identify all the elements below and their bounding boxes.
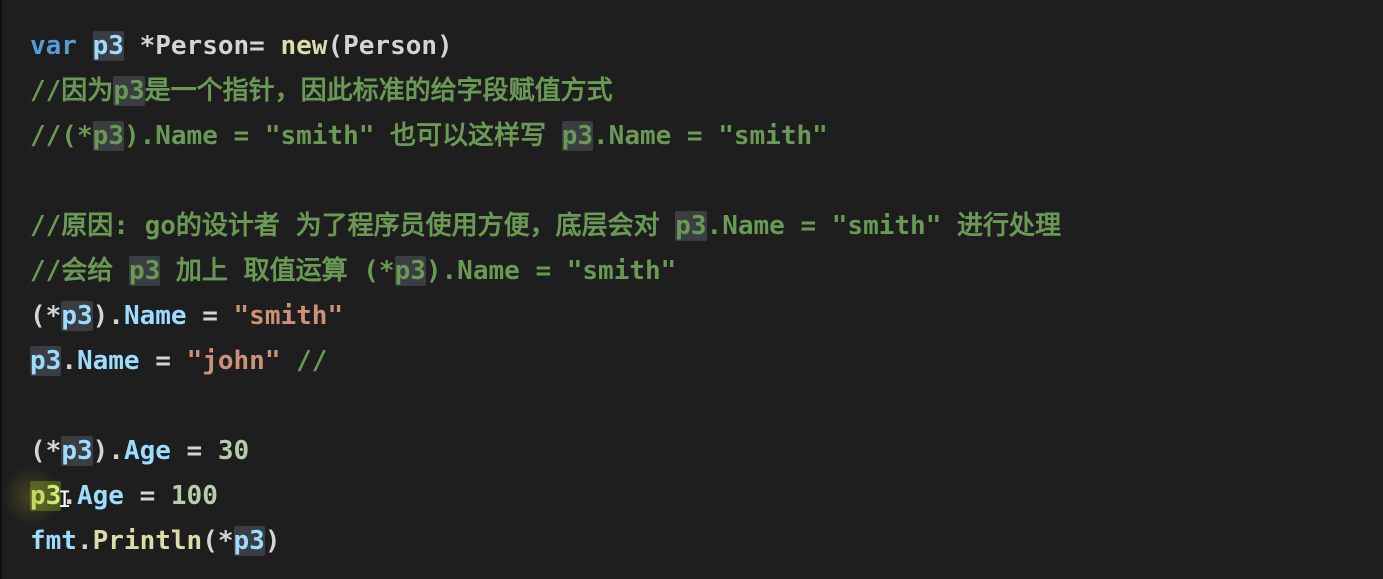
code-token: ).Name = "smith" 也可以这样写 [123,121,562,151]
code-token: p3 [30,346,62,376]
code-token: ).Name = "smith" [425,256,677,286]
code-token: Name [76,346,140,376]
code-line[interactable] [30,384,1061,429]
code-token: Println [92,526,203,556]
code-token: 是一个指针，因此标准的给字段赋值方式 [144,76,613,106]
code-line[interactable]: //原因: go的设计者 为了程序员使用方便，底层会对 p3.Name = "s… [30,204,1061,249]
code-token: 100 [170,481,218,511]
code-token: 加上 取值运算 (* [160,256,395,286]
code-token: p3 [61,301,93,331]
code-token: Age [76,481,124,511]
code-token: //因为 [30,76,114,106]
code-token: = [139,346,187,376]
code-token: (* [202,526,234,556]
code-line[interactable]: (*p3).Age = 30 [30,429,1061,474]
code-token: .Name = "smith" 进行处理 [706,211,1062,241]
code-token: "smith" [233,301,344,331]
code-token: // [280,346,328,376]
code-token: fmt [30,526,77,556]
code-token: 30 [217,436,250,466]
code-line[interactable]: (*p3).Name = "smith" [30,294,1061,339]
code-editor[interactable]: var p3 *Person= new(Person)//因为p3是一个指针，因… [0,0,1383,579]
code-token: p3 [61,436,93,466]
cursor-highlight [2,466,62,526]
code-token: (* [30,301,62,331]
code-token: p3 [113,76,145,106]
code-token: p3 [394,256,426,286]
code-token: (Person) [327,31,453,61]
text-ibeam-cursor-icon: I [58,488,72,513]
code-token: p3 [128,256,161,286]
code-line[interactable]: //(*p3).Name = "smith" 也可以这样写 p3.Name = … [30,114,1061,159]
code-token: = [186,301,234,331]
code-token: p3 [92,31,124,61]
code-token: p3 [675,211,707,241]
code-token: Name [123,301,187,331]
code-token: var [30,31,77,61]
code-token: p3 [561,121,594,151]
code-token: . [61,346,77,376]
code-line[interactable]: var p3 *Person= new(Person) [30,24,1061,69]
code-token: new [280,31,328,61]
code-token: *Person= [123,31,281,61]
code-token: //(* [30,121,93,151]
code-token: Age [123,436,171,466]
code-token: ). [92,436,124,466]
code-line[interactable]: //因为p3是一个指针，因此标准的给字段赋值方式 [30,69,1061,114]
code-token: p3 [92,121,124,151]
code-line[interactable]: p3.Name = "john" // [30,339,1061,384]
code-line[interactable]: fmt.Println(*p3) [30,519,1061,564]
code-token: //原因: go的设计者 为了程序员使用方便，底层会对 [30,211,676,241]
code-token: ). [92,301,124,331]
code-line[interactable]: //会给 p3 加上 取值运算 (*p3).Name = "smith" [30,249,1061,294]
code-token: "john" [186,346,281,376]
code-lines[interactable]: var p3 *Person= new(Person)//因为p3是一个指针，因… [30,24,1061,564]
code-token: ) [264,526,281,556]
code-token: . [76,526,93,556]
code-token: //会给 [30,256,129,286]
code-token: = [123,481,171,511]
code-token: .Name = "smith" [593,121,828,151]
code-token: (* [30,436,62,466]
code-token: p3 [233,526,265,556]
code-line[interactable] [30,159,1061,204]
code-token: = [170,436,218,466]
code-line[interactable]: p3.Age = 100 [30,474,1061,519]
